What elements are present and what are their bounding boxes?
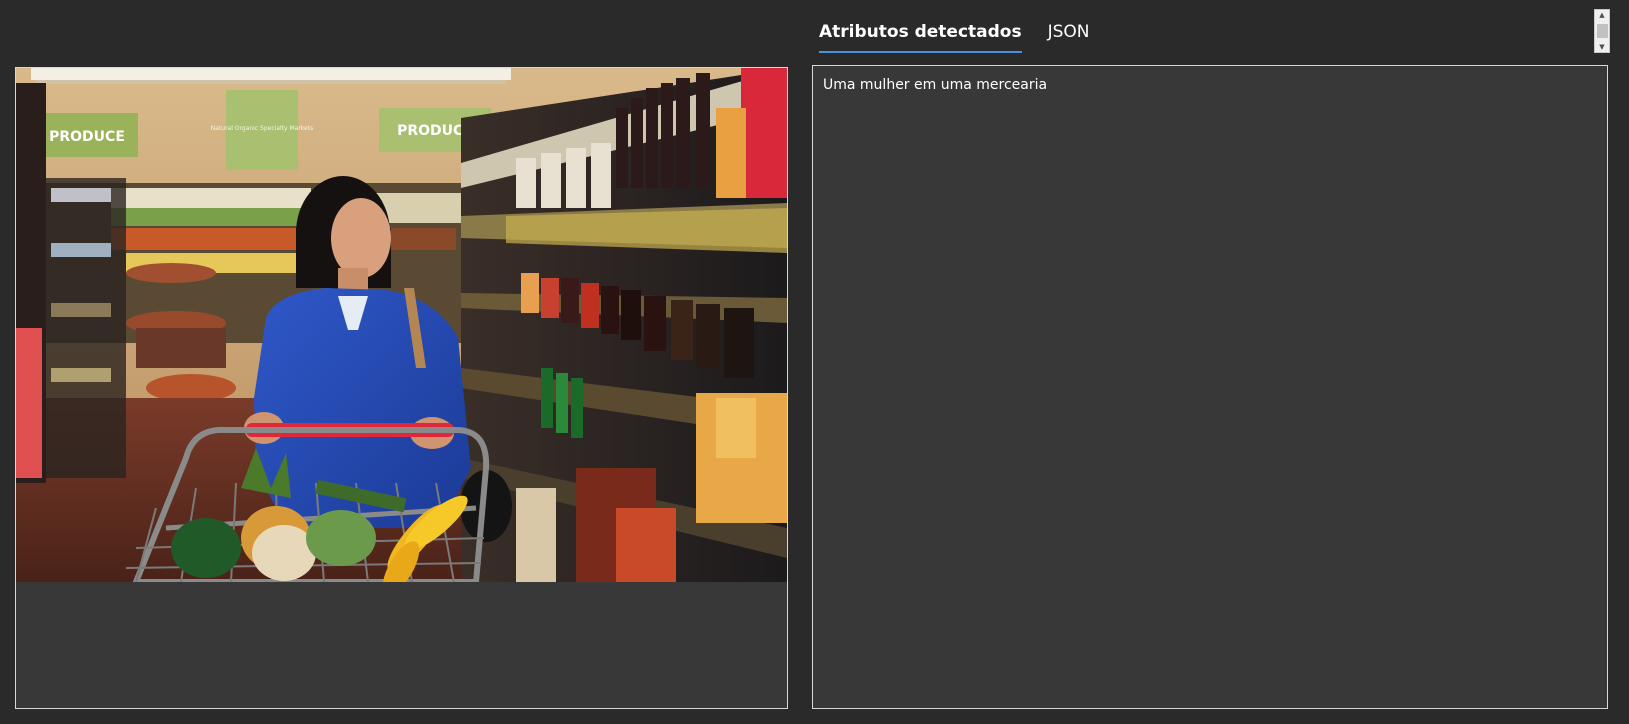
- tab-bar: Atributos detectados JSON: [819, 18, 1090, 54]
- app-root: Atributos detectados JSON ▲ ▼ PRODUCE Na…: [0, 0, 1629, 724]
- vertical-scrollbar[interactable]: ▲ ▼: [1594, 9, 1610, 53]
- image-preview-panel: PRODUCE Natural Organic Specialty Market…: [15, 67, 788, 709]
- sign-produce-left: PRODUCE: [49, 129, 125, 145]
- scroll-up-icon[interactable]: ▲: [1595, 10, 1609, 20]
- tab-json[interactable]: JSON: [1048, 18, 1090, 46]
- scroll-down-icon[interactable]: ▼: [1595, 42, 1609, 52]
- image-caption: Uma mulher em uma mercearia: [823, 77, 1048, 93]
- sign-natural-markets: Natural Organic Specialty Markets: [211, 125, 313, 132]
- grocery-photo: PRODUCE Natural Organic Specialty Market…: [16, 68, 787, 582]
- attributes-result-panel: Uma mulher em uma mercearia: [812, 65, 1608, 709]
- tab-atributos-detectados[interactable]: Atributos detectados: [819, 18, 1022, 53]
- scrollbar-thumb[interactable]: [1596, 24, 1608, 38]
